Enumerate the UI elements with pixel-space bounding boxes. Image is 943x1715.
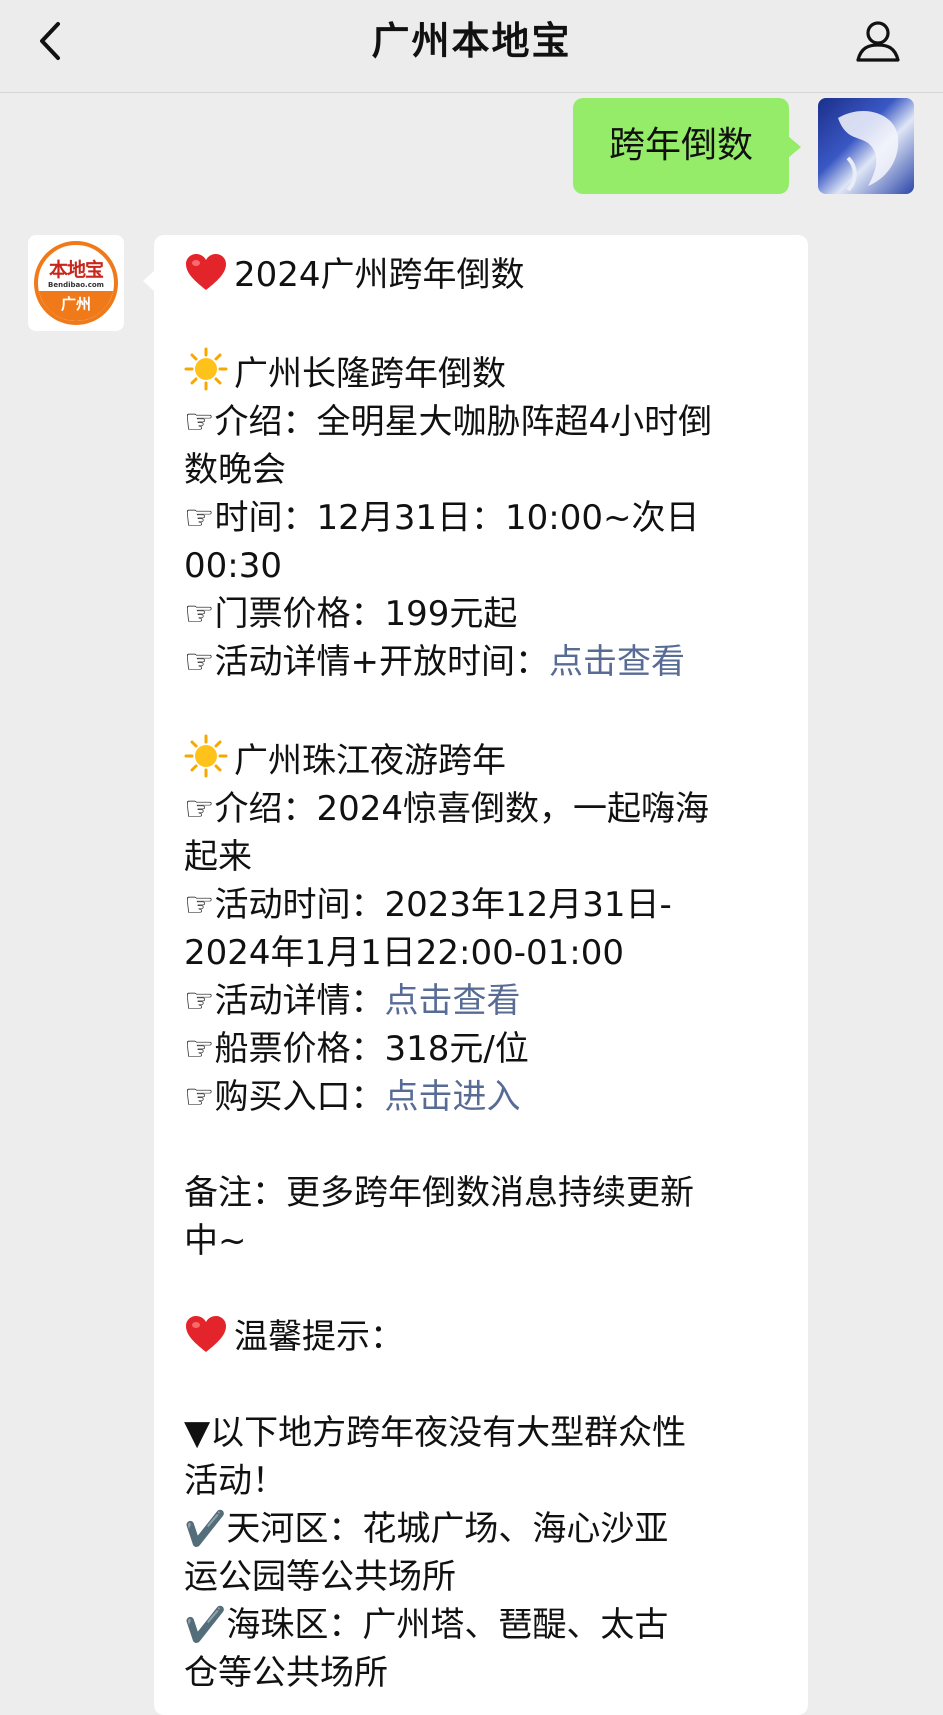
logo-site: Bendibao.com [48, 281, 104, 289]
pearl-river-intro-cont: 起来 [184, 837, 252, 877]
profile-button[interactable] [853, 16, 903, 66]
outgoing-message-bubble[interactable]: 跨年倒数 [573, 98, 789, 194]
haizhu-item-cont: 仓等公共场所 [184, 1653, 388, 1693]
pearl-river-time-cont: 2024年1月1日22:00-01:00 [184, 933, 625, 973]
pearl-river-detail-link[interactable]: 点击查看 [384, 981, 520, 1021]
message-headline: 2024广州跨年倒数 [184, 251, 780, 299]
logo-text: 本地宝 [48, 259, 104, 281]
tianhe-item: ✔️天河区：花城广场、海心沙亚 [184, 1509, 669, 1549]
pearl-river-detail: ☞活动详情：点击查看 [184, 981, 521, 1021]
changlong-detail-link[interactable]: 点击查看 [549, 642, 685, 682]
pearl-river-time: ☞活动时间：2023年12月31日- [184, 885, 672, 925]
user-avatar[interactable] [818, 98, 914, 194]
bubble-tail [788, 136, 801, 158]
changlong-time: ☞时间：12月31日：10:00~次日 [184, 498, 700, 538]
red-heart-icon [186, 254, 226, 290]
nav-bar: 广州本地宝 [0, 0, 943, 93]
warning: ▼以下地方跨年夜没有大型群众性 [184, 1413, 687, 1453]
pearl-river-buy-link[interactable]: 点击进入 [384, 1077, 520, 1117]
note-cont: 中~ [184, 1221, 247, 1261]
incoming-message-bubble: 2024广州跨年倒数 广州长隆跨年倒数 ☞介绍：全明星大咖胁阵超4小时倒 数晚会… [154, 235, 808, 1715]
red-heart-icon [186, 1316, 226, 1352]
pearl-river-intro: ☞介绍：2024惊喜倒数，一起嗨海 [184, 789, 710, 829]
sun-icon [184, 347, 228, 391]
note: 备注：更多跨年倒数消息持续更新 [184, 1173, 694, 1213]
changlong-intro: ☞介绍：全明星大咖胁阵超4小时倒 [184, 402, 713, 442]
logo-city: 广州 [38, 291, 114, 321]
haizhu-item: ✔️海珠区：广州塔、琶醍、太古 [184, 1605, 669, 1645]
tianhe-item-cont: 运公园等公共场所 [184, 1557, 456, 1597]
sun-icon [184, 734, 228, 778]
pearl-river-buy: ☞购买入口：点击进入 [184, 1077, 521, 1117]
changlong-time-cont: 00:30 [184, 546, 282, 586]
official-account-avatar[interactable]: 本地宝 Bendibao.com 广州 [28, 235, 124, 331]
warning-cont: 活动！ [184, 1461, 286, 1501]
tip-heading: 温馨提示： [184, 1313, 780, 1361]
changlong-intro-cont: 数晚会 [184, 450, 286, 490]
page-title: 广州本地宝 [371, 19, 572, 63]
section-title-pearl-river: 广州珠江夜游跨年 [184, 734, 780, 785]
changlong-price: ☞门票价格：199元起 [184, 594, 518, 634]
person-icon [856, 21, 900, 62]
pearl-river-price: ☞船票价格：318元/位 [184, 1029, 529, 1069]
avatar-image [838, 110, 899, 192]
section-title-changlong: 广州长隆跨年倒数 [184, 347, 780, 398]
changlong-detail: ☞活动详情+开放时间：点击查看 [184, 642, 685, 682]
bendibao-logo: 本地宝 Bendibao.com 广州 [34, 241, 118, 325]
